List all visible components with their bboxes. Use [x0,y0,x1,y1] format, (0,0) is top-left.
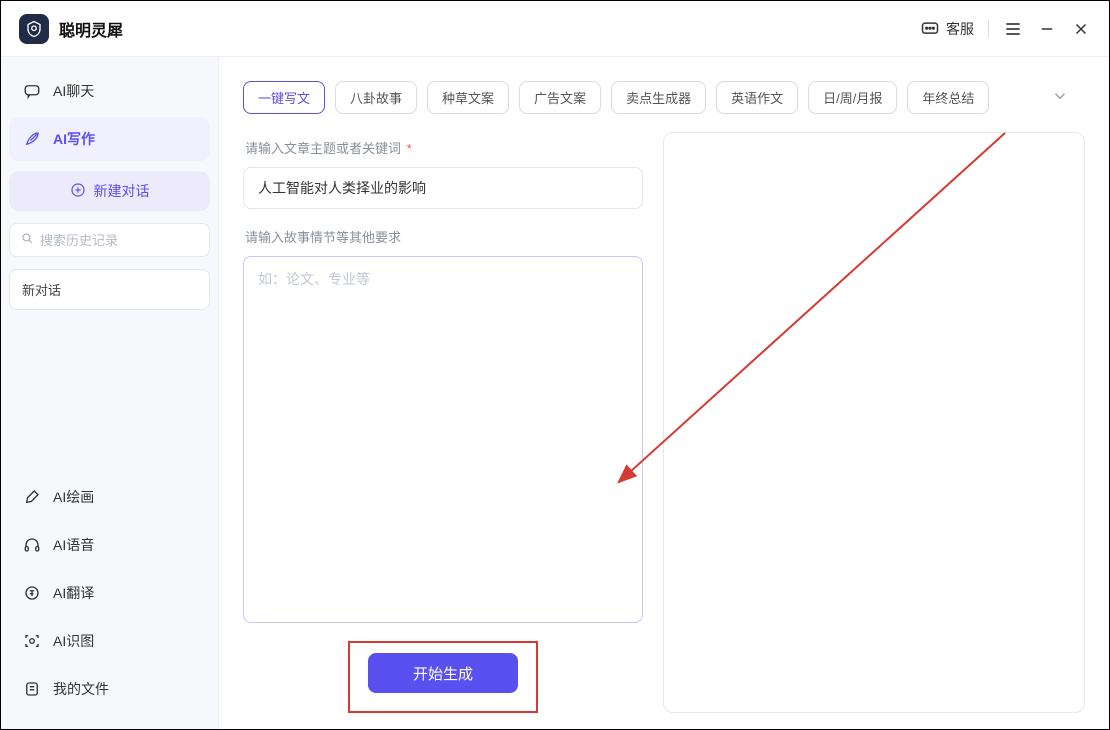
app-title: 聪明灵犀 [59,17,123,41]
tab-yearend[interactable]: 年终总结 [907,81,989,114]
new-chat-button[interactable]: 新建对话 [9,171,210,211]
sidebar-item-label: AI识图 [53,631,94,651]
sidebar-item-label: AI翻译 [53,583,94,603]
generate-highlight-box: 开始生成 [348,641,538,713]
sidebar-item-label: AI语音 [53,535,94,555]
menu-button[interactable] [1003,19,1023,39]
tab-grass[interactable]: 种草文案 [427,81,509,114]
form-pane: 请输入文章主题或者关键词 * 请输入故事情节等其他要求 开始生成 [243,132,643,713]
sidebar: AI聊天 AI写作 新建对话 新对话 [1,57,219,729]
sidebar-item-ai-image[interactable]: AI识图 [9,619,210,663]
image-scan-icon [23,632,41,650]
sidebar-item-ai-write[interactable]: AI写作 [9,117,210,161]
topic-input[interactable] [243,167,643,209]
search-icon [20,231,34,250]
app-header: 聪明灵犀 客服 [1,1,1109,57]
sidebar-item-ai-translate[interactable]: AI翻译 [9,571,210,615]
support-button[interactable]: 客服 [920,19,974,39]
topic-label-text: 请输入文章主题或者关键词 [245,141,401,156]
plus-circle-icon [70,182,86,201]
sidebar-item-ai-voice[interactable]: AI语音 [9,523,210,567]
tab-sellpoint[interactable]: 卖点生成器 [611,81,706,114]
expand-tabs-button[interactable] [1051,87,1069,110]
header-divider [988,20,989,38]
header-left: 聪明灵犀 [19,14,123,44]
generate-button[interactable]: 开始生成 [368,653,518,693]
tab-ad[interactable]: 广告文案 [519,81,601,114]
tab-report[interactable]: 日/周/月报 [808,81,897,114]
search-history-input[interactable] [40,233,216,248]
feather-icon [23,130,41,148]
minimize-button[interactable] [1037,19,1057,39]
topic-label: 请输入文章主题或者关键词 * [245,138,643,157]
new-chat-label: 新建对话 [94,181,150,201]
history-item-label: 新对话 [22,283,61,298]
sidebar-item-my-files[interactable]: 我的文件 [9,667,210,711]
template-tabs: 一键写文 八卦故事 种草文案 广告文案 卖点生成器 英语作文 日/周/月报 年终… [219,57,1109,122]
tab-oneclick[interactable]: 一键写文 [243,81,325,114]
close-button[interactable] [1071,19,1091,39]
story-textarea[interactable] [243,256,643,623]
support-label: 客服 [946,19,974,39]
chat-bubble-icon [23,82,41,100]
story-label: 请输入故事情节等其他要求 [245,227,643,246]
sidebar-item-ai-paint[interactable]: AI绘画 [9,475,210,519]
sidebar-item-label: AI聊天 [53,81,94,101]
brush-icon [23,488,41,506]
tab-english[interactable]: 英语作文 [716,81,798,114]
search-history-field[interactable] [9,223,210,257]
header-right: 客服 [920,19,1091,39]
sidebar-item-ai-chat[interactable]: AI聊天 [9,69,210,113]
output-panel [663,132,1085,713]
support-icon [920,19,940,39]
main-panel: 一键写文 八卦故事 种草文案 广告文案 卖点生成器 英语作文 日/周/月报 年终… [219,57,1109,729]
history-item[interactable]: 新对话 [9,269,210,310]
headphones-icon [23,536,41,554]
sidebar-item-label: AI绘画 [53,487,94,507]
required-mark: * [407,141,412,156]
translate-icon [23,584,41,602]
file-icon [23,680,41,698]
sidebar-item-label: AI写作 [53,129,95,149]
app-logo-icon [19,14,49,44]
tab-gossip[interactable]: 八卦故事 [335,81,417,114]
sidebar-item-label: 我的文件 [53,679,109,699]
